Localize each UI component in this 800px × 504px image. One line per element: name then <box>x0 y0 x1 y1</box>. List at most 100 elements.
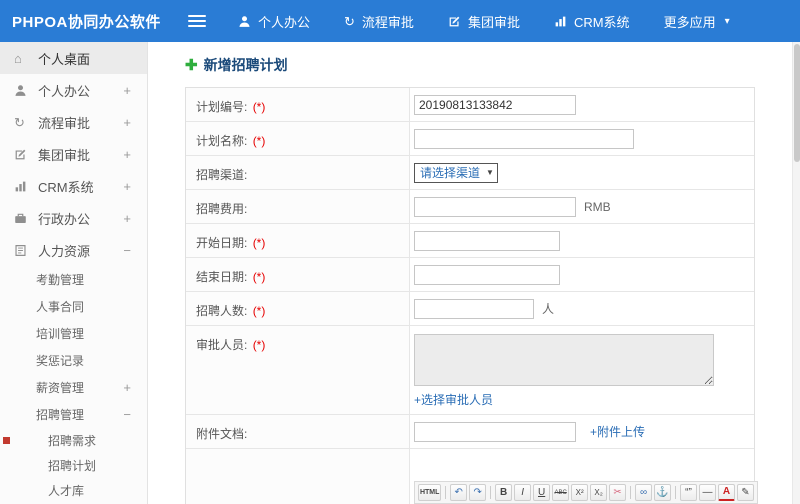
collapse-toggle[interactable]: − <box>123 407 131 422</box>
sidebar-item-workflow-approval[interactable]: ↻ 流程审批 + <box>0 106 147 138</box>
superscript-button[interactable]: X² <box>571 484 589 501</box>
currency-suffix: RMB <box>584 199 611 214</box>
menu-icon[interactable] <box>188 15 206 27</box>
field-label: 计划编号: (*) <box>186 88 410 121</box>
expand-toggle[interactable]: + <box>123 147 131 162</box>
expand-toggle[interactable]: + <box>123 83 131 98</box>
workflow-icon: ↻ <box>14 114 25 130</box>
main-content: ✚ 新增招聘计划 计划编号: (*) 计划名称: (*) <box>149 42 792 504</box>
toolbar-separator <box>675 486 676 499</box>
undo-button[interactable]: ↶ <box>450 484 468 501</box>
expand-toggle[interactable]: + <box>123 115 131 130</box>
start-date-input[interactable] <box>414 230 560 251</box>
channel-select-value: 请选择渠道 <box>420 166 481 180</box>
sidebar-item-admin-office[interactable]: 行政办公 + <box>0 202 147 234</box>
expand-toggle[interactable]: + <box>123 380 131 395</box>
expand-toggle[interactable]: + <box>123 211 131 226</box>
field-label: 开始日期: (*) <box>186 224 410 257</box>
notification-dot <box>3 437 10 444</box>
text-color-button[interactable]: A <box>718 484 735 501</box>
expand-toggle[interactable]: + <box>123 179 131 194</box>
form-row-start-date: 开始日期: (*) <box>186 224 754 258</box>
sidebar-item-personal-office[interactable]: 个人办公 + <box>0 74 147 106</box>
subscript-button[interactable]: X₂ <box>590 484 608 501</box>
attachment-upload-link[interactable]: +附件上传 <box>590 423 645 440</box>
redo-button[interactable]: ↷ <box>469 484 487 501</box>
form-row-end-date: 结束日期: (*) <box>186 258 754 292</box>
sidebar-item-attendance-management[interactable]: 考勤管理 <box>0 266 147 293</box>
nav-item-group-approval[interactable]: 集团审批 <box>448 12 520 31</box>
sidebar-item-label: 集团审批 <box>38 147 91 163</box>
underline-button[interactable]: U <box>533 484 551 501</box>
edit-doc-icon <box>448 15 461 28</box>
sidebar-item-label: 考勤管理 <box>36 273 85 287</box>
sidebar-item-label: CRM系统 <box>38 179 94 195</box>
hr-book-icon <box>14 244 31 257</box>
strikethrough-button[interactable]: ABC <box>552 484 570 501</box>
vertical-scrollbar[interactable] <box>792 42 800 504</box>
sidebar-item-training-management[interactable]: 培训管理 <box>0 320 147 347</box>
bar-chart-icon <box>14 180 31 193</box>
form-row-plan-number: 计划编号: (*) <box>186 88 754 122</box>
form-row-channel: 招聘渠道: 请选择渠道 ▼ <box>186 156 754 190</box>
field-label: 审批人员: (*) <box>186 326 410 414</box>
horizontal-rule-button[interactable]: — <box>699 484 716 501</box>
sidebar-item-group-approval[interactable]: 集团审批 + <box>0 138 147 170</box>
bar-chart-icon <box>554 15 567 28</box>
field-label-empty <box>186 449 410 504</box>
sidebar-item-label: 个人办公 <box>38 83 91 99</box>
headcount-input[interactable] <box>414 298 534 319</box>
sidebar-item-recruitment-demand[interactable]: 招聘需求 <box>0 428 147 453</box>
html-source-button[interactable]: HTML <box>418 484 442 501</box>
sidebar-item-recruitment-management[interactable]: 招聘管理 − <box>0 401 147 428</box>
sidebar-item-human-resources[interactable]: 人力资源 − <box>0 234 147 266</box>
required-mark: (*) <box>252 270 266 284</box>
nav-item-workflow-approval[interactable]: ↻ 流程审批 <box>344 12 414 31</box>
field-label: 结束日期: (*) <box>186 258 410 291</box>
approver-textarea[interactable] <box>414 334 714 386</box>
sidebar-item-talent-pool[interactable]: 人才库 <box>0 478 147 503</box>
sidebar-item-recruitment-plan[interactable]: 招聘计划 <box>0 453 147 478</box>
label-text: 审批人员: <box>196 338 248 352</box>
form-row-plan-name: 计划名称: (*) <box>186 122 754 156</box>
cost-input[interactable] <box>414 196 576 217</box>
scrollbar-thumb[interactable] <box>794 44 800 162</box>
nav-item-personal-office[interactable]: 个人办公 <box>238 12 310 31</box>
collapse-toggle[interactable]: − <box>123 243 131 258</box>
nav-item-more-apps[interactable]: 更多应用 ▾ <box>664 12 730 31</box>
bold-button[interactable]: B <box>495 484 513 501</box>
sidebar-item-crm-system[interactable]: CRM系统 + <box>0 170 147 202</box>
link-button[interactable]: ∞ <box>635 484 653 501</box>
nav-item-crm-system[interactable]: CRM系统 <box>554 12 630 31</box>
attachment-input[interactable] <box>414 421 576 442</box>
sidebar-item-label: 人事合同 <box>36 300 85 314</box>
sidebar-item-salary-management[interactable]: 薪资管理 + <box>0 374 147 401</box>
highlight-color-button[interactable]: ✎ <box>737 484 754 501</box>
user-icon <box>238 15 251 28</box>
end-date-input[interactable] <box>414 264 560 285</box>
remove-format-button[interactable]: ✂ <box>609 484 627 501</box>
sidebar-item-label: 人力资源 <box>38 243 91 259</box>
select-approver-link[interactable]: +选择审批人员 <box>414 391 493 408</box>
label-text: 计划名称: <box>196 134 248 148</box>
nav-label: 更多应用 <box>663 14 716 30</box>
sidebar-item-personnel-contract[interactable]: 人事合同 <box>0 293 147 320</box>
required-mark: (*) <box>252 236 266 250</box>
blockquote-button[interactable]: “” <box>680 484 697 501</box>
channel-select[interactable]: 请选择渠道 ▼ <box>414 162 498 183</box>
page-title: ✚ 新增招聘计划 <box>185 55 792 75</box>
plan-number-input[interactable] <box>414 94 576 115</box>
sidebar-item-personal-desktop[interactable]: ⌂ 个人桌面 <box>0 42 147 74</box>
anchor-button[interactable]: ⚓ <box>654 484 672 501</box>
sidebar-item-label: 薪资管理 <box>36 381 85 395</box>
sidebar-item-reward-punishment[interactable]: 奖惩记录 <box>0 347 147 374</box>
label-text: 附件文档: <box>196 427 248 441</box>
form-row-cost: 招聘费用: RMB <box>186 190 754 224</box>
plan-name-input[interactable] <box>414 128 634 149</box>
italic-button[interactable]: I <box>514 484 532 501</box>
label-text: 结束日期: <box>196 270 248 284</box>
top-navigation: 个人办公 ↻ 流程审批 集团审批 CRM系统 更多应用 ▾ <box>238 12 730 31</box>
briefcase-icon <box>14 212 31 225</box>
page-title-text: 新增招聘计划 <box>203 57 288 73</box>
field-label: 计划名称: (*) <box>186 122 410 155</box>
